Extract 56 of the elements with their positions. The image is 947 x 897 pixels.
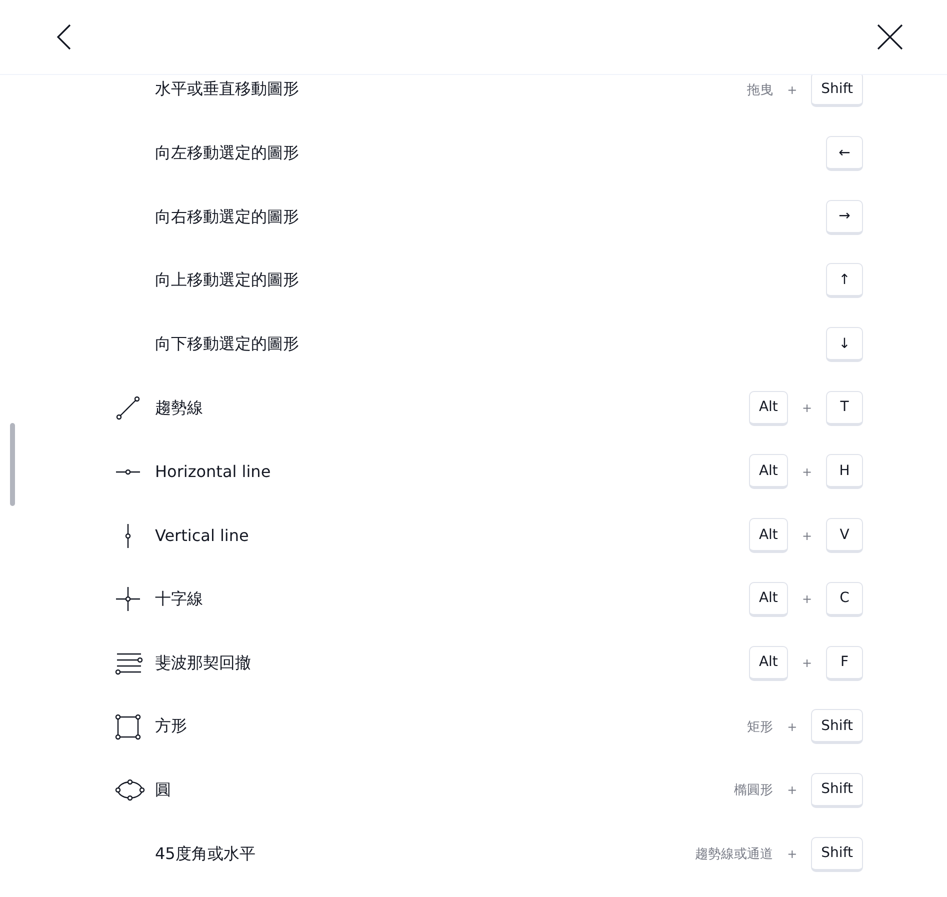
ellipse-icon <box>115 778 145 802</box>
keyboard-key: Shift <box>811 772 863 808</box>
rectangle-icon <box>115 714 141 740</box>
plus-sign: + <box>802 656 812 670</box>
plus-sign: + <box>802 401 812 416</box>
keyboard-key: V <box>826 518 863 554</box>
key-hint: 矩形 <box>747 718 774 736</box>
horizontal-line-icon <box>115 466 141 477</box>
keyboard-key: Shift <box>811 836 863 872</box>
shortcut-label: 十字線 <box>155 588 203 610</box>
shortcut-label: 向下移動選定的圖形 <box>155 334 299 356</box>
keyboard-key: T <box>826 390 863 426</box>
close-button[interactable] <box>877 24 903 50</box>
fibonacci-icon <box>115 651 143 676</box>
plus-sign: + <box>802 464 812 479</box>
shortcut-label: 趨勢線 <box>155 398 203 419</box>
chevron-left-icon <box>55 23 73 51</box>
plus-sign: + <box>787 82 798 97</box>
key-hint: 拖曳 <box>747 82 774 99</box>
shortcut-label: 向左移動選定的圖形 <box>155 143 299 164</box>
shortcut-label: 向右移動選定的圖形 <box>155 206 299 228</box>
keyboard-key: Shift <box>811 709 863 744</box>
keyboard-key: ↑ <box>826 263 863 298</box>
key-hint: 趨勢線或通道 <box>695 846 774 864</box>
keyboard-key: H <box>826 454 863 490</box>
key-hint: 橢圓形 <box>734 782 774 800</box>
shortcut-label: 方形 <box>155 716 187 738</box>
trend-line-icon <box>115 395 141 422</box>
vertical-line-icon <box>125 522 131 549</box>
keyboard-key: Alt <box>748 646 788 681</box>
keyboard-key: Alt <box>748 390 788 426</box>
shortcut-label: 水平或垂直移動圖形 <box>155 79 299 100</box>
shortcut-label: 圓 <box>155 780 171 801</box>
keyboard-key: ← <box>826 136 863 172</box>
keyboard-key: C <box>826 582 863 617</box>
scrollbar-thumb[interactable] <box>10 423 15 506</box>
keyboard-key: → <box>826 200 863 235</box>
shortcut-label: 斐波那契回撤 <box>155 652 251 674</box>
shortcut-label: 45度角或水平 <box>155 844 256 865</box>
plus-sign: + <box>802 528 812 543</box>
crosshair-icon <box>115 586 141 612</box>
keyboard-key: Alt <box>748 518 788 554</box>
shortcut-label: 向上移動選定的圖形 <box>155 270 299 292</box>
plus-sign: + <box>787 847 798 862</box>
keyboard-key: Shift <box>811 75 863 108</box>
shortcut-label: Horizontal line <box>155 462 271 482</box>
plus-sign: + <box>787 720 798 734</box>
keyboard-key: F <box>826 646 863 681</box>
plus-sign: + <box>787 783 798 798</box>
plus-sign: + <box>802 592 812 606</box>
back-button[interactable] <box>55 23 73 51</box>
close-icon <box>877 24 903 50</box>
keyboard-key: ↓ <box>826 327 863 362</box>
shortcut-label: Vertical line <box>155 526 249 546</box>
keyboard-key: Alt <box>748 454 788 490</box>
keyboard-key: Alt <box>748 582 788 617</box>
